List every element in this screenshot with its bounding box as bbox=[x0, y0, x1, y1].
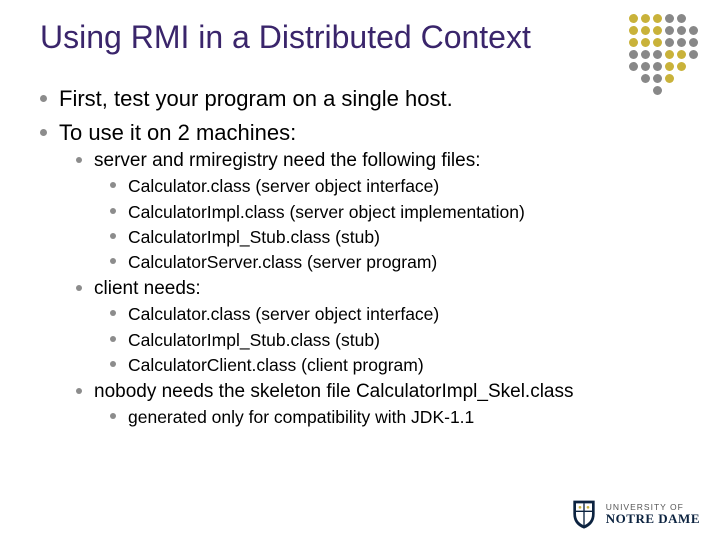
slide-title: Using RMI in a Distributed Context bbox=[40, 18, 560, 56]
bullet-lvl3: Calculator.class (server object interfac… bbox=[128, 174, 439, 199]
bullet-lvl1: First, test your program on a single hos… bbox=[59, 84, 453, 114]
university-logo: UNIVERSITY OF NOTRE DAME bbox=[570, 498, 700, 530]
bullet-lvl3: Calculator.class (server object interfac… bbox=[128, 302, 439, 327]
bullet-lvl3: CalculatorImpl_Stub.class (stub) bbox=[128, 328, 380, 353]
bullet-lvl1: To use it on 2 machines: bbox=[59, 118, 296, 148]
bullet-lvl3: generated only for compatibility with JD… bbox=[128, 405, 474, 430]
bullet-lvl3: CalculatorServer.class (server program) bbox=[128, 250, 437, 275]
bullet-list: First, test your program on a single hos… bbox=[40, 84, 680, 430]
bullet-lvl3: CalculatorImpl_Stub.class (stub) bbox=[128, 225, 380, 250]
bullet-lvl3: CalculatorClient.class (client program) bbox=[128, 353, 424, 378]
bullet-lvl2: server and rmiregistry need the followin… bbox=[94, 148, 481, 175]
shield-icon bbox=[570, 498, 598, 530]
bullet-lvl2: client needs: bbox=[94, 276, 201, 303]
logo-main: NOTRE DAME bbox=[606, 512, 700, 525]
bullet-lvl2: nobody needs the skeleton file Calculato… bbox=[94, 379, 574, 406]
slide: Using RMI in a Distributed Context First… bbox=[0, 0, 720, 540]
dot-decoration bbox=[629, 14, 698, 95]
bullet-lvl3: CalculatorImpl.class (server object impl… bbox=[128, 200, 525, 225]
